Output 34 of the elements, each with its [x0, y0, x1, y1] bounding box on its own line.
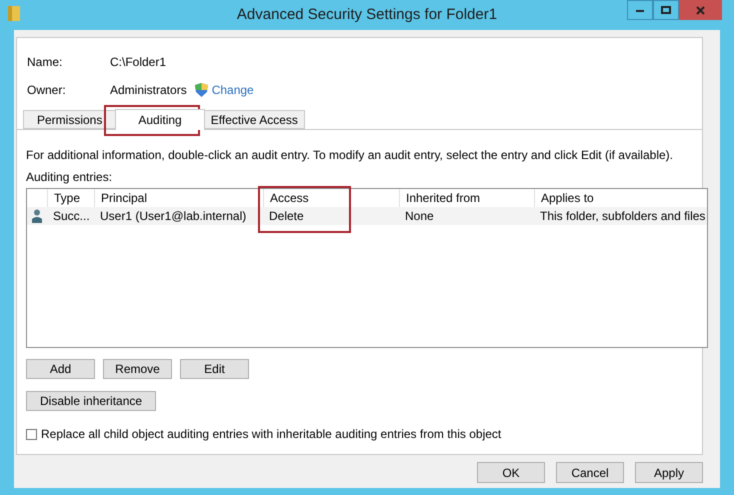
- checkbox[interactable]: [26, 428, 37, 440]
- table-cell-text: Succ...: [52, 208, 91, 225]
- entries-label: Auditing entries:: [26, 169, 114, 184]
- checkbox-label: Replace all child object auditing entries with inheritable auditing entries from this object: [41, 426, 502, 443]
- entry-button[interactable]: Add: [26, 359, 95, 379]
- window-title: Advanced Security Settings for Folder1: [236, 4, 498, 25]
- close-icon: [696, 6, 705, 14]
- table-cell-text: This folder, subfolders and files: [539, 208, 706, 225]
- name-label: Name:: [27, 54, 64, 71]
- tab[interactable]: Effective Access: [204, 110, 305, 129]
- name-value: C:\Folder1: [110, 54, 166, 71]
- table-cell-text: None: [404, 208, 435, 225]
- entry-button[interactable]: Edit: [180, 359, 249, 379]
- owner-label: Owner:: [27, 82, 67, 99]
- entry-button[interactable]: Remove: [103, 359, 172, 379]
- folder-icon: [8, 6, 20, 21]
- dialog-button[interactable]: Apply: [635, 462, 703, 483]
- tab[interactable]: Permissions: [23, 110, 116, 129]
- tab[interactable]: Auditing: [115, 109, 205, 130]
- minimize-icon: [636, 8, 644, 12]
- user-icon: [32, 209, 42, 223]
- shield-icon: [194, 83, 208, 97]
- table-cell-text: Delete: [268, 208, 305, 225]
- owner-value: Administrators: [110, 82, 187, 99]
- instruction-text: For additional information, double-click an audit entry. To modify an audit entry, select the entry and click Edit (if available).: [26, 147, 674, 162]
- minimize-button[interactable]: [627, 0, 653, 20]
- dialog-button[interactable]: OK: [477, 462, 545, 483]
- dialog-button[interactable]: Cancel: [556, 462, 624, 483]
- close-button[interactable]: [679, 0, 722, 20]
- change-link[interactable]: Change: [212, 81, 254, 99]
- maximize-button[interactable]: [653, 0, 679, 20]
- table-cell-text: User1 (User1@lab.internal): [99, 208, 248, 225]
- disable-inheritance-button[interactable]: Disable inheritance: [26, 391, 156, 411]
- maximize-icon: [661, 6, 671, 14]
